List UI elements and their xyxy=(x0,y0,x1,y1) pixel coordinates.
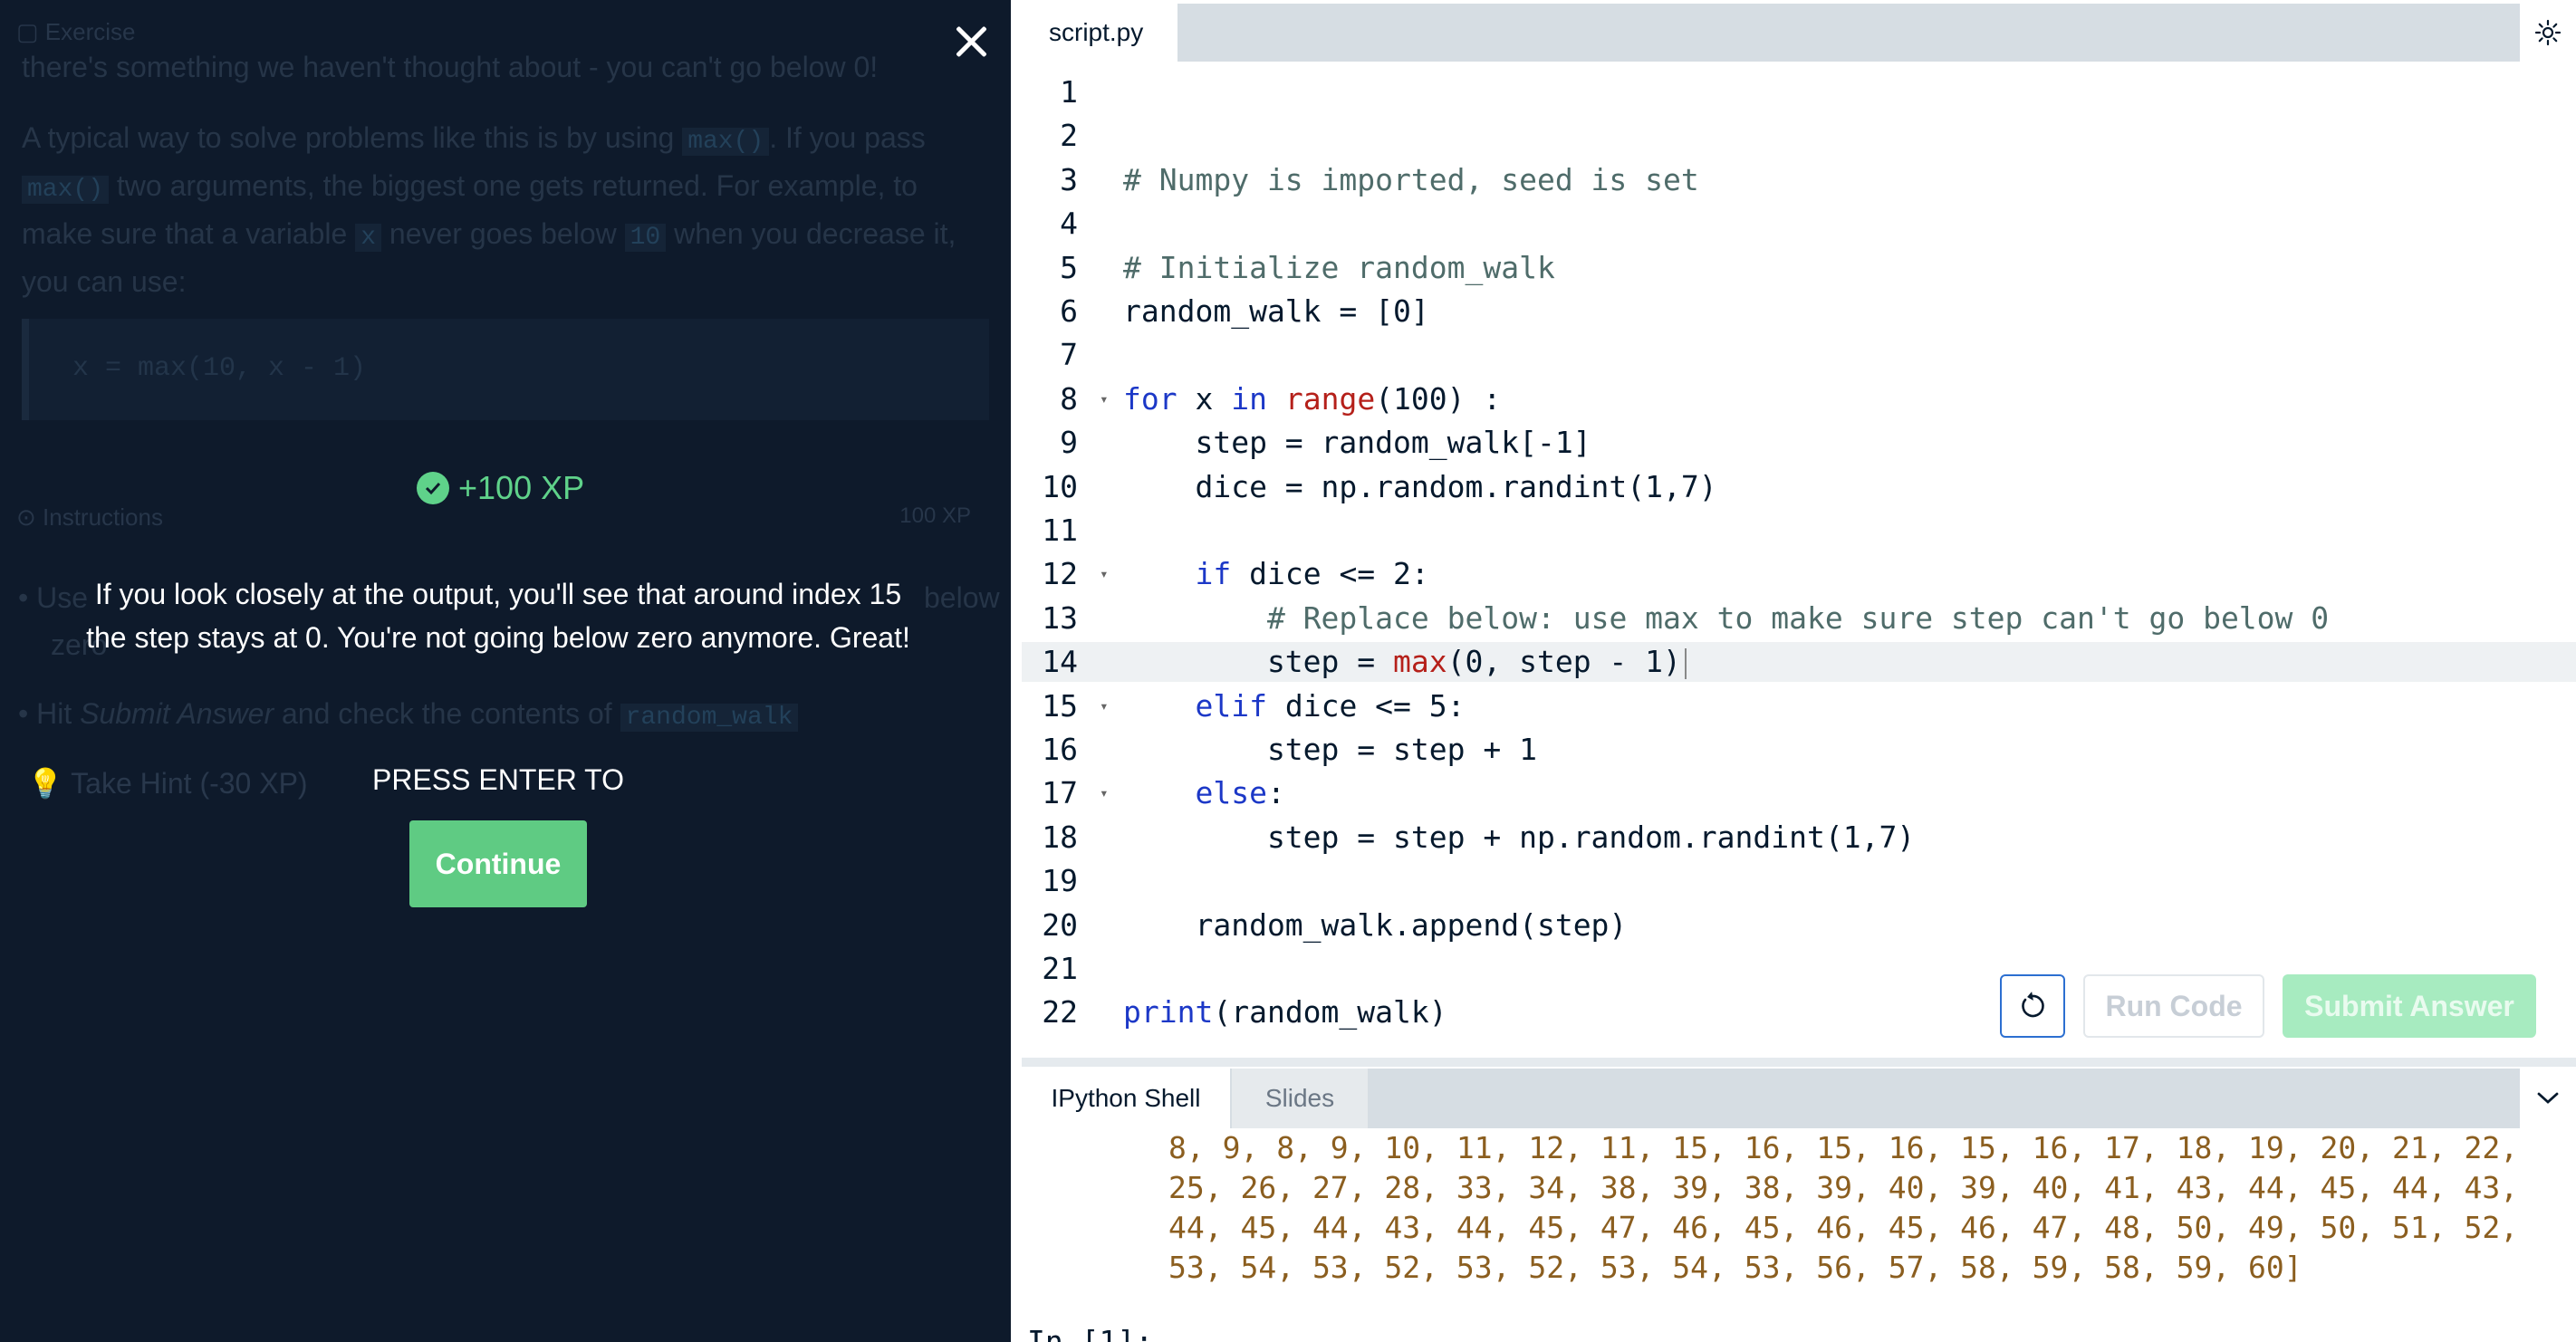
code-line[interactable]: 13 # Replace below: use max to make sure… xyxy=(1022,599,2576,638)
instruction-bullet-1-tail: below xyxy=(924,581,1000,614)
instructions-xp: 100 XP xyxy=(899,503,971,528)
code-text: step = step + np.random.randint(1,7) xyxy=(1123,819,1916,855)
code-line[interactable]: 8 ▾ for x in range(100) : xyxy=(1022,379,2576,419)
code-line[interactable]: 12 ▾ if dice <= 2: xyxy=(1022,554,2576,594)
reset-button[interactable] xyxy=(2000,974,2065,1038)
reset-icon xyxy=(2022,992,2044,1018)
chevron-down-icon[interactable] xyxy=(2520,1069,2576,1128)
instruction-bullet-2: • Hit Submit Answer and check the conten… xyxy=(18,697,799,732)
code-line[interactable]: 3 # Numpy is imported, seed is set xyxy=(1022,160,2576,200)
line-number: 18 xyxy=(1042,819,1078,855)
code-text: dice = np.random.randint(1,7) xyxy=(1123,468,1717,504)
fold-arrow-icon[interactable]: ▾ xyxy=(1100,379,1109,419)
continue-button[interactable]: Continue xyxy=(409,820,587,907)
line-number: 1 xyxy=(1060,74,1078,110)
line-number: 16 xyxy=(1042,732,1078,767)
code-text: # Numpy is imported, seed is set xyxy=(1123,161,1699,197)
settings-sun-icon[interactable] xyxy=(2520,4,2576,62)
line-number: 9 xyxy=(1060,425,1078,461)
take-hint-link[interactable]: 💡 Take Hint (-30 XP) xyxy=(27,766,308,800)
line-number: 22 xyxy=(1042,994,1078,1030)
code-text: # Initialize random_walk xyxy=(1123,249,1555,285)
shell-output-line: 25, 26, 27, 28, 33, 34, 38, 39, 38, 39, … xyxy=(1168,1170,2519,1205)
shell-output-line: 44, 45, 44, 43, 44, 45, 47, 46, 45, 46, … xyxy=(1168,1210,2519,1245)
code-line[interactable]: 15 ▾ elif dice <= 5: xyxy=(1022,686,2576,726)
instructions-header: ⊙ Instructions xyxy=(16,503,163,531)
code-text: elif dice <= 5: xyxy=(1195,687,1466,724)
shell-output-line: 8, 9, 8, 9, 10, 11, 12, 11, 15, 16, 15, … xyxy=(1168,1130,2519,1165)
line-number: 5 xyxy=(1060,249,1078,285)
check-circle-icon xyxy=(417,472,449,504)
instruction-bullet-1: • Use xyxy=(18,581,88,614)
code-text: if dice <= 2: xyxy=(1195,556,1429,592)
line-number: 10 xyxy=(1042,468,1078,504)
inline-code-max: max() xyxy=(682,128,770,156)
code-text: # Replace below: use max to make sure st… xyxy=(1266,599,2330,636)
line-number: 14 xyxy=(1042,644,1078,680)
close-icon[interactable] xyxy=(949,20,993,63)
exercise-text-line: there's something we haven't thought abo… xyxy=(22,51,879,83)
line-number: 7 xyxy=(1060,337,1078,373)
tab-script-py[interactable]: script.py xyxy=(1022,4,1177,62)
exercise-panel: ▢ Exercise there's something we haven't … xyxy=(0,0,1011,1342)
line-number: 4 xyxy=(1060,206,1078,242)
code-text: random_walk.append(step) xyxy=(1123,906,1628,943)
code-line[interactable]: 7 xyxy=(1022,335,2576,375)
xp-earned: +100 XP xyxy=(417,469,584,507)
tab-slides[interactable]: Slides xyxy=(1232,1069,1368,1128)
code-text: for x in range(100) : xyxy=(1123,380,1502,417)
line-number: 2 xyxy=(1060,118,1078,154)
line-number: 3 xyxy=(1060,161,1078,197)
code-text: print(random_walk) xyxy=(1123,994,1447,1030)
code-line[interactable]: 16 step = step + 1 xyxy=(1022,730,2576,770)
code-line[interactable]: 2 xyxy=(1022,116,2576,156)
feedback-message: If you look closely at the output, you'l… xyxy=(86,578,910,654)
code-line[interactable]: 11 xyxy=(1022,511,2576,551)
exercise-paragraph: A typical way to solve problems like thi… xyxy=(22,121,956,298)
code-line[interactable]: 19 xyxy=(1022,861,2576,901)
ipython-shell-output[interactable]: 8, 9, 8, 9, 10, 11, 12, 11, 15, 16, 15, … xyxy=(1022,1128,2576,1342)
code-line[interactable]: 10 dice = np.random.randint(1,7) xyxy=(1022,467,2576,507)
code-line[interactable]: 14 step = max(0, step - 1) xyxy=(1022,642,2576,683)
dimmed-exercise-content: ▢ Exercise there's something we haven't … xyxy=(0,0,1011,1342)
exercise-header: ▢ Exercise xyxy=(16,18,136,45)
workspace-panel: script.py 1 2 3 # Numpy is imported, seed i… xyxy=(1022,0,2576,1342)
code-line[interactable]: 4 xyxy=(1022,204,2576,244)
code-editor[interactable]: 1 2 3 # Numpy is imported, seed is set 4 5 # I… xyxy=(1022,72,2576,1030)
code-line[interactable]: 6 random_walk = [0] xyxy=(1022,292,2576,331)
line-number: 13 xyxy=(1042,599,1078,636)
code-line[interactable]: 20 random_walk.append(step) xyxy=(1022,906,2576,945)
code-line[interactable]: 1 xyxy=(1022,72,2576,112)
shell-output-line: 53, 54, 53, 52, 53, 52, 53, 54, 53, 56, … xyxy=(1168,1250,2302,1285)
code-line[interactable]: 17 ▾ else: xyxy=(1022,773,2576,813)
code-text: else: xyxy=(1195,775,1285,811)
code-text: step = step + 1 xyxy=(1123,732,1537,767)
fold-arrow-icon[interactable]: ▾ xyxy=(1100,773,1109,813)
code-line[interactable]: 18 step = step + np.random.randint(1,7) xyxy=(1022,818,2576,858)
code-text: random_walk = [0] xyxy=(1123,293,1429,329)
panel-divider[interactable] xyxy=(1022,1058,2576,1067)
shell-tab-bar: IPython Shell Slides xyxy=(1022,1069,2576,1128)
line-number: 11 xyxy=(1042,513,1078,548)
line-number: 6 xyxy=(1060,293,1078,329)
code-example-block: x = max(10, x - 1) xyxy=(22,319,989,420)
submit-answer-button[interactable]: Submit Answer xyxy=(2283,974,2536,1038)
line-number: 21 xyxy=(1042,951,1078,986)
editor-tab-bar: script.py xyxy=(1022,4,2576,62)
shell-prompt[interactable]: In [1]: xyxy=(1027,1324,1153,1342)
tab-ipython-shell[interactable]: IPython Shell xyxy=(1022,1069,1230,1128)
line-number: 19 xyxy=(1042,863,1078,899)
code-line[interactable]: 5 # Initialize random_walk xyxy=(1022,248,2576,288)
press-enter-label: PRESS ENTER TO xyxy=(372,763,624,796)
code-line[interactable]: 9 step = random_walk[-1] xyxy=(1022,423,2576,463)
xp-amount: +100 XP xyxy=(458,469,585,506)
code-text: step = random_walk[-1] xyxy=(1123,425,1591,461)
fold-arrow-icon[interactable]: ▾ xyxy=(1100,686,1109,726)
fold-arrow-icon[interactable]: ▾ xyxy=(1100,554,1109,594)
text-cursor xyxy=(1684,647,1687,679)
run-code-button[interactable]: Run Code xyxy=(2083,974,2264,1038)
line-number: 20 xyxy=(1042,906,1078,943)
code-text: step = max(0, step - 1) xyxy=(1123,642,1687,682)
